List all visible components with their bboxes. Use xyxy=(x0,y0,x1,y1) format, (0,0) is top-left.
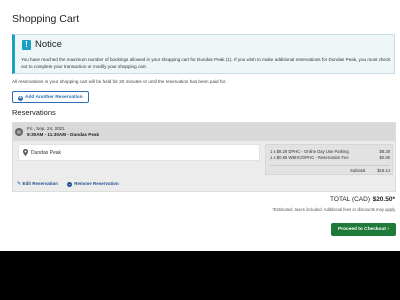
total-value: $20.50* xyxy=(372,196,395,203)
edit-reservation-label: Edit Reservation xyxy=(22,181,58,186)
calendar-icon: ▤ xyxy=(15,128,23,136)
total-disclaimer: *Estimated, taxes included. Additional f… xyxy=(272,207,396,212)
location-box: Dundas Peak xyxy=(18,144,260,161)
remove-icon: − xyxy=(67,182,72,187)
edit-reservation-link[interactable]: ✎ Edit Reservation xyxy=(17,181,58,187)
location-name: Dundas Peak xyxy=(31,150,62,156)
reservation-header: ▤ Fri., Sep. 24, 2021 9:30AM - 11:30AM -… xyxy=(13,123,395,141)
info-icon: ! xyxy=(22,40,31,50)
subtotal-row: Subtotal $18.14 xyxy=(270,168,390,173)
checkout-label: Proceed to Checkout xyxy=(338,227,387,232)
subtotal-label: Subtotal xyxy=(350,168,366,173)
reservation-time: 9:30AM - 11:30AM - Dundas Peak xyxy=(27,132,99,137)
fee-label: 1 x $0.85 WBHC/DPHC - Reservation Fee xyxy=(270,155,349,160)
location-pin-icon xyxy=(23,149,28,156)
fee-row: 1 x $0.85 WBHC/DPHC - Reservation Fee $0… xyxy=(270,155,390,160)
chevron-right-icon: › xyxy=(387,227,389,232)
fees-summary: 1 x $8.29 DPHC - Online Day Use Parking … xyxy=(265,144,393,175)
remove-reservation-link[interactable]: − Remove Reservation xyxy=(67,181,119,187)
reservation-card: ▤ Fri., Sep. 24, 2021 9:30AM - 11:30AM -… xyxy=(12,122,396,192)
plus-icon: + xyxy=(18,95,23,101)
shopping-cart-page: Shopping Cart ! Notice You have reached … xyxy=(0,0,400,251)
fee-row: 1 x $8.29 DPHC - Online Day Use Parking … xyxy=(270,149,390,154)
total-label: TOTAL (CAD) xyxy=(330,196,370,203)
notice-text: You have reached the maximum number of b… xyxy=(21,57,391,69)
fee-amount: $8.29 xyxy=(379,149,390,154)
reservation-date: Fri., Sep. 24, 2021 xyxy=(27,126,65,131)
subtotal-value: $18.14 xyxy=(377,168,390,173)
fee-amount: $0.85 xyxy=(379,155,390,160)
notice-title: Notice xyxy=(35,39,62,50)
add-reservation-button[interactable]: + Add Another Reservation xyxy=(12,91,89,103)
notice-banner: ! Notice You have reached the maximum nu… xyxy=(12,34,395,74)
hold-text: All reservations in your shopping cart w… xyxy=(12,79,227,84)
fee-label: 1 x $8.29 DPHC - Online Day Use Parking xyxy=(270,149,349,154)
pencil-icon: ✎ xyxy=(17,181,22,187)
fee-divider xyxy=(270,165,390,166)
remove-reservation-label: Remove Reservation xyxy=(74,181,119,186)
add-reservation-label: Add Another Reservation xyxy=(25,95,83,100)
checkout-button[interactable]: Proceed to Checkout › xyxy=(331,223,396,236)
reservations-heading: Reservations xyxy=(12,108,56,117)
page-title: Shopping Cart xyxy=(12,13,80,25)
